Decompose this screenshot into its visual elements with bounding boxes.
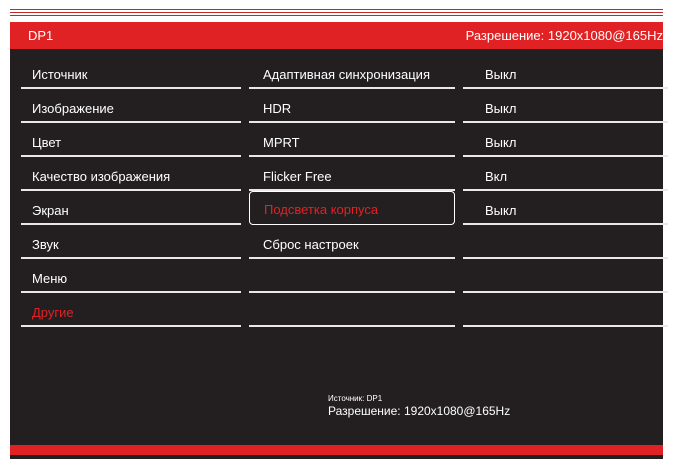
submenu: Адаптивная синхронизация HDR MPRT Flicke… xyxy=(249,55,455,327)
value-label: Вкл xyxy=(485,169,508,184)
top-divider xyxy=(10,9,663,10)
submenu-item-mprt[interactable]: MPRT xyxy=(249,123,455,157)
value-empty xyxy=(463,293,668,327)
top-divider xyxy=(10,15,663,16)
osd-header: DP1 Разрешение: 1920x1080@165Hz xyxy=(10,22,663,49)
menu-item-screen[interactable]: Экран xyxy=(21,191,241,225)
menu-item-image-quality[interactable]: Качество изображения xyxy=(21,157,241,191)
menu-item-menu[interactable]: Меню xyxy=(21,259,241,293)
menu-item-label: Источник xyxy=(32,67,88,82)
value-label: Выкл xyxy=(485,135,517,150)
resolution-label: Разрешение: 1920x1080@165Hz xyxy=(465,28,663,43)
submenu-item-label: HDR xyxy=(263,101,292,116)
input-source-label: DP1 xyxy=(28,28,54,43)
submenu-item-label: Flicker Free xyxy=(263,169,332,184)
value-label: Выкл xyxy=(485,67,517,82)
submenu-item-flicker-free[interactable]: Flicker Free xyxy=(249,157,455,191)
value-mprt[interactable]: Выкл xyxy=(463,123,668,157)
main-menu: Источник Изображение Цвет Качество изобр… xyxy=(21,55,241,327)
submenu-item-label: MPRT xyxy=(263,135,300,150)
menu-item-color[interactable]: Цвет xyxy=(21,123,241,157)
submenu-item-case-lighting[interactable]: Подсветка корпуса xyxy=(249,191,455,225)
submenu-item-reset[interactable]: Сброс настроек xyxy=(249,225,455,259)
submenu-item-label: Подсветка корпуса xyxy=(264,202,379,217)
footer-resolution: Разрешение: 1920x1080@165Hz xyxy=(328,404,511,418)
value-adaptive-sync[interactable]: Выкл xyxy=(463,55,668,89)
top-divider xyxy=(10,12,663,13)
bottom-accent-bar xyxy=(10,445,663,455)
value-hdr[interactable]: Выкл xyxy=(463,89,668,123)
menu-item-label: Звук xyxy=(32,237,59,252)
menu-item-label: Меню xyxy=(32,271,68,286)
value-label: Выкл xyxy=(485,203,517,218)
menu-item-other[interactable]: Другие xyxy=(21,293,241,327)
menu-item-label: Экран xyxy=(32,203,69,218)
value-case-lighting[interactable]: Выкл xyxy=(463,191,668,225)
submenu-item-label: Сброс настроек xyxy=(263,237,359,252)
menu-item-image[interactable]: Изображение xyxy=(21,89,241,123)
menu-item-sound[interactable]: Звук xyxy=(21,225,241,259)
submenu-item-empty xyxy=(249,259,455,293)
submenu-item-empty xyxy=(249,293,455,327)
menu-item-label: Цвет xyxy=(32,135,62,150)
value-empty xyxy=(463,225,668,259)
submenu-item-label: Адаптивная синхронизация xyxy=(263,67,430,82)
footer-source: Источник: DP1 xyxy=(328,394,383,403)
osd-panel: DP1 Разрешение: 1920x1080@165Hz Источник… xyxy=(10,22,668,459)
value-empty xyxy=(463,259,668,293)
value-label: Выкл xyxy=(485,101,517,116)
submenu-item-adaptive-sync[interactable]: Адаптивная синхронизация xyxy=(249,55,455,89)
value-flicker-free[interactable]: Вкл xyxy=(463,157,668,191)
menu-item-label: Изображение xyxy=(32,101,114,116)
value-column: Выкл Выкл Выкл Вкл Выкл xyxy=(463,55,668,327)
status-info: Источник: DP1 Разрешение: 1920x1080@165H… xyxy=(328,394,510,418)
submenu-item-hdr[interactable]: HDR xyxy=(249,89,455,123)
menu-item-label: Другие xyxy=(32,305,74,320)
menu-item-label: Качество изображения xyxy=(32,169,171,184)
menu-item-source[interactable]: Источник xyxy=(21,55,241,89)
